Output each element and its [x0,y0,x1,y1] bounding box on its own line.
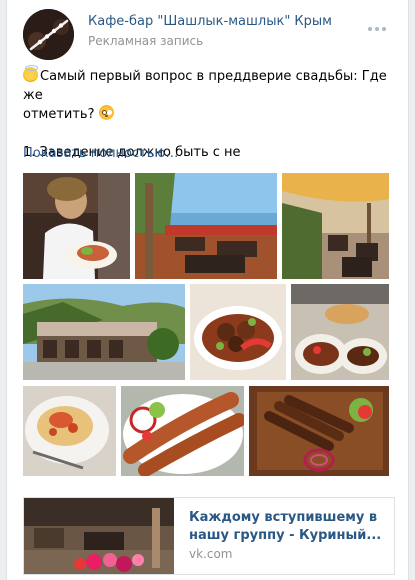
post-text-blank [23,124,393,143]
more-options-icon[interactable] [368,27,386,31]
dot-icon [382,27,386,31]
post-text-line-2: отметить? [23,105,393,124]
photo-kebab-plate[interactable] [190,284,286,380]
photo-lula-kebab[interactable] [121,386,244,476]
post-text-part-1: Самый первый вопрос в преддверие свадьбы… [23,69,387,103]
community-name-link[interactable]: Кафе-бар "Шашлык-машлык" Крым [88,14,332,29]
link-thumbnail [24,498,174,574]
photo-cafe-veranda[interactable] [282,173,389,279]
photo-grill-dishes[interactable] [291,284,389,380]
photo-waitress-serving[interactable] [23,173,130,279]
photo-baked-dish[interactable] [23,386,116,476]
link-snippet-card[interactable]: Каждому вступившему в нашу группу - Кури… [23,497,395,575]
show-more-link[interactable]: Показать полностью… [23,146,178,161]
community-avatar[interactable] [23,9,74,60]
photo-cafe-exterior[interactable] [23,284,185,380]
sponsored-label: Рекламная запись [88,34,204,48]
angel-emoji-icon [23,65,38,82]
flushed-face-emoji-icon [98,105,114,120]
link-domain: vk.com [189,547,233,561]
post-text-line-1: Самый первый вопрос в преддверие свадьбы… [23,65,393,105]
dot-icon [375,27,379,31]
link-title[interactable]: Каждому вступившему в нашу группу - Кури… [189,509,384,545]
photo-ribs-platter[interactable] [249,386,389,476]
photo-terrace-sea-view[interactable] [135,173,277,279]
ad-post-card: Кафе-бар "Шашлык-машлык" Крым Рекламная … [6,0,409,580]
dot-icon [368,27,372,31]
post-text-part-2: отметить? [23,107,95,122]
